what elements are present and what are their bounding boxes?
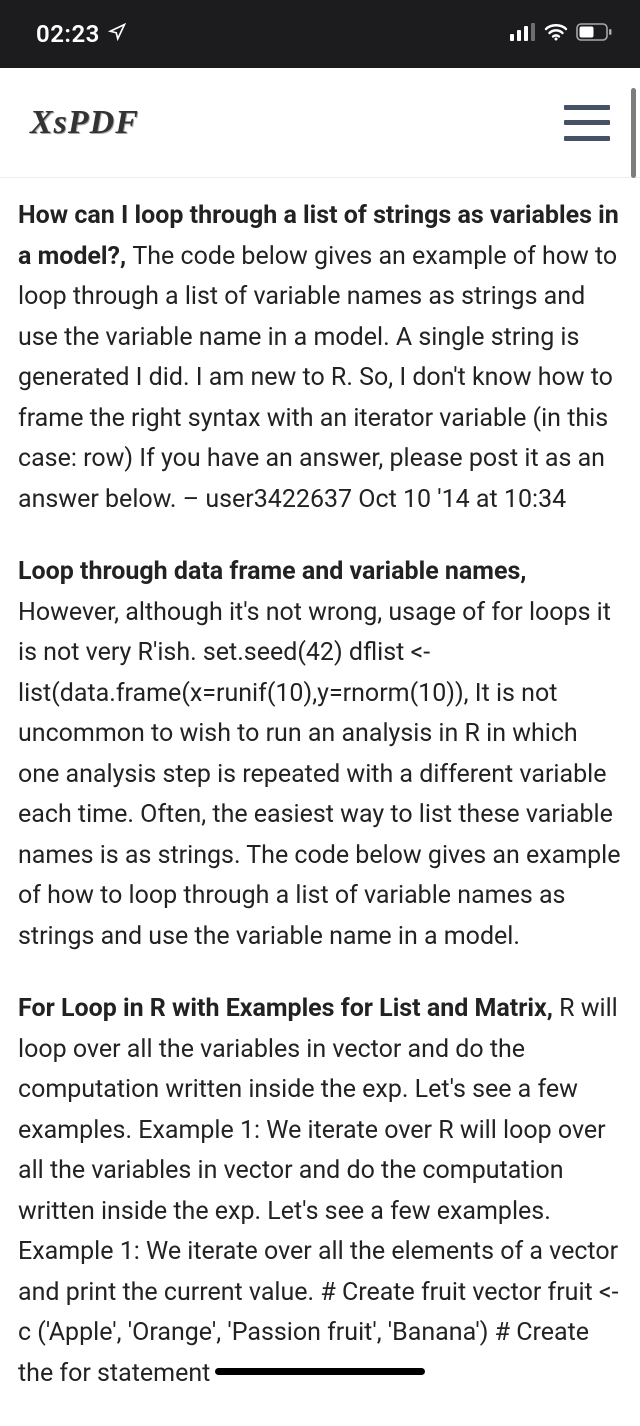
article-content: How can I loop through a list of strings… <box>0 178 640 1394</box>
para-body: R will loop over all the variables in ve… <box>18 994 619 1388</box>
paragraph: How can I loop through a list of strings… <box>18 196 622 520</box>
status-right <box>510 23 612 45</box>
status-left: 02:23 <box>36 20 126 48</box>
scroll-indicator <box>631 88 636 178</box>
status-time: 02:23 <box>36 20 100 48</box>
para-title: For Loop in R with Examples for List and… <box>18 994 559 1023</box>
paragraph: Loop through data frame and variable nam… <box>18 552 622 957</box>
site-logo[interactable]: XsPDF <box>30 104 139 142</box>
para-title: Loop through data frame and variable nam… <box>18 557 526 586</box>
location-icon <box>108 23 126 45</box>
status-bar: 02:23 <box>0 0 640 68</box>
para-body: The code below gives an example of how t… <box>18 242 617 514</box>
home-indicator[interactable] <box>215 1368 425 1375</box>
menu-icon[interactable] <box>564 105 610 141</box>
paragraph: For Loop in R with Examples for List and… <box>18 989 622 1394</box>
wifi-icon <box>544 23 568 45</box>
nav-bar: XsPDF <box>0 68 640 178</box>
cellular-icon <box>510 23 536 45</box>
battery-icon <box>576 23 612 45</box>
para-body: However, although it's not wrong, usage … <box>18 598 621 951</box>
